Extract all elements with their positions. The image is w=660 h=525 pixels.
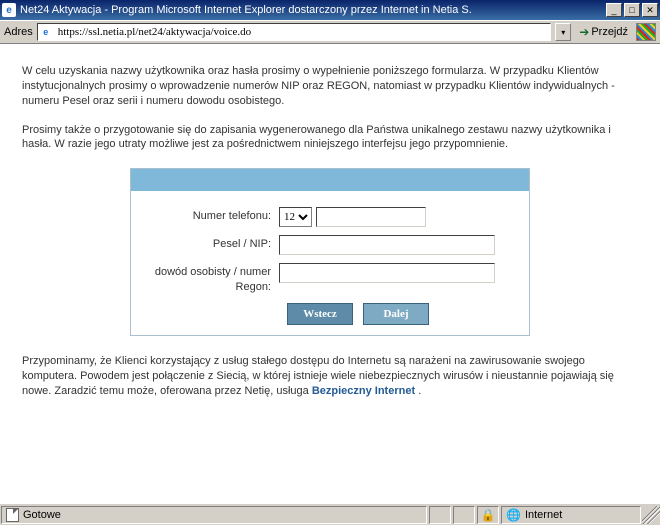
window-title: Net24 Aktywacja - Program Microsoft Inte… <box>20 4 604 16</box>
reminder-text-post: . <box>418 385 421 397</box>
go-arrow-icon: ➔ <box>579 25 589 39</box>
lock-icon: 🔒 <box>481 508 496 522</box>
window-controls: _ □ ✕ <box>604 3 658 17</box>
zone-label: Internet <box>525 509 562 521</box>
regon-row: dowód osobisty / numer Regon: <box>143 263 517 295</box>
pesel-row: Pesel / NIP: <box>143 235 517 255</box>
regon-field <box>279 263 517 283</box>
phone-label: Numer telefonu: <box>143 207 279 224</box>
address-input-wrap: e <box>37 23 552 41</box>
go-button[interactable]: ➔ Przejdź <box>575 23 632 41</box>
address-label: Adres <box>4 26 33 38</box>
back-button[interactable]: Wstecz <box>287 303 353 325</box>
form-body: Numer telefonu: 12 Pesel / NIP: dowód os… <box>131 191 529 335</box>
phone-fields: 12 <box>279 207 517 227</box>
pesel-input[interactable] <box>279 235 495 255</box>
lock-panel: 🔒 <box>477 506 499 524</box>
minimize-button[interactable]: _ <box>606 3 622 17</box>
regon-input[interactable] <box>279 263 495 283</box>
activation-form: Numer telefonu: 12 Pesel / NIP: dowód os… <box>130 168 530 336</box>
phone-row: Numer telefonu: 12 <box>143 207 517 227</box>
pesel-label: Pesel / NIP: <box>143 235 279 252</box>
maximize-button[interactable]: □ <box>624 3 640 17</box>
address-bar: Adres e ▾ ➔ Przejdź <box>0 20 660 44</box>
zone-panel: 🌐 Internet <box>501 506 641 524</box>
close-button[interactable]: ✕ <box>642 3 658 17</box>
form-buttons: Wstecz Dalej <box>143 303 517 325</box>
status-text-panel: Gotowe <box>1 506 427 524</box>
document-icon <box>6 508 19 522</box>
window-titlebar: e Net24 Aktywacja - Program Microsoft In… <box>0 0 660 20</box>
regon-label: dowód osobisty / numer Regon: <box>143 263 279 295</box>
reminder-paragraph: Przypominamy, że Klienci korzystający z … <box>22 354 638 399</box>
page-icon: e <box>39 25 53 39</box>
status-slot-1 <box>429 506 451 524</box>
address-dropdown[interactable]: ▾ <box>555 23 571 41</box>
go-button-label: Przejdź <box>591 26 628 38</box>
globe-icon: 🌐 <box>506 508 521 522</box>
pesel-field <box>279 235 517 255</box>
phone-prefix-select[interactable]: 12 <box>279 207 312 227</box>
next-button[interactable]: Dalej <box>363 303 429 325</box>
form-header <box>131 169 529 191</box>
intro-paragraph-1: W celu uzyskania nazwy użytkownika oraz … <box>22 64 638 109</box>
safe-internet-link[interactable]: Bezpieczny Internet <box>312 385 415 397</box>
intro-paragraph-2: Prosimy także o przygotowanie się do zap… <box>22 123 638 153</box>
status-slot-2 <box>453 506 475 524</box>
phone-number-input[interactable] <box>316 207 426 227</box>
resize-grip[interactable] <box>642 506 660 524</box>
status-bar: Gotowe 🔒 🌐 Internet <box>0 503 660 525</box>
links-icon[interactable] <box>636 23 656 41</box>
address-input[interactable] <box>37 23 552 41</box>
status-text: Gotowe <box>23 509 61 521</box>
ie-icon: e <box>2 3 16 17</box>
page-content: W celu uzyskania nazwy użytkownika oraz … <box>0 44 660 502</box>
